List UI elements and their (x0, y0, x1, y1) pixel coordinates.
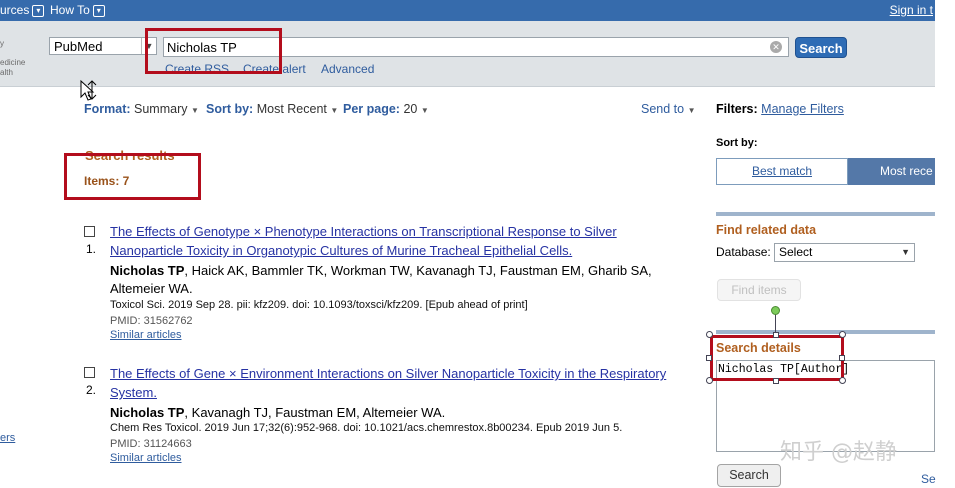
resize-handle[interactable] (706, 377, 713, 384)
section-divider (716, 330, 935, 334)
filters-label: Filters: (716, 102, 758, 116)
sort-most-recent-tab[interactable]: Most rece (848, 158, 935, 185)
top-nav-bar (0, 0, 935, 21)
similar-articles-link[interactable]: Similar articles (110, 329, 652, 341)
highlight-box-search-term (145, 28, 282, 74)
logo-text-2: edicine (0, 58, 26, 67)
result-title-link[interactable]: System. (110, 383, 666, 402)
result-title-link[interactable]: Nanoparticle Toxicity in Organotypic Cul… (110, 241, 652, 260)
resize-handle[interactable] (706, 355, 712, 361)
find-items-button[interactable]: Find items (717, 279, 801, 301)
author-highlight: Nicholas TP (110, 405, 185, 420)
sort-best-match-tab[interactable]: Best match (716, 158, 848, 185)
sort-label: Sort by: (206, 102, 254, 116)
highlight-box-items (64, 153, 201, 200)
caret-down-icon: ▼ (190, 106, 199, 115)
result-authors: Nicholas TP, Haick AK, Bammler TK, Workm… (110, 262, 652, 280)
resize-handle[interactable] (839, 377, 846, 384)
watermark: 知乎 @赵静 (780, 440, 897, 465)
result-pmid: PMID: 31124663 (110, 438, 192, 450)
chevron-down-icon: ▾ (32, 5, 45, 17)
authors-line: Altemeier WA. (110, 281, 193, 296)
result-number: 2. (86, 383, 97, 397)
send-to-menu[interactable]: Send to ▼ (641, 102, 696, 116)
highlight-box-search-details (710, 335, 844, 381)
resize-handle[interactable] (773, 378, 779, 384)
caret-down-icon: ▼ (420, 106, 429, 115)
result-title-link[interactable]: The Effects of Genotype × Phenotype Inte… (110, 222, 652, 241)
logo-text-3: alth (0, 68, 13, 77)
result-checkbox[interactable] (84, 226, 95, 237)
result-item: The Effects of Gene × Environment Intera… (110, 364, 666, 464)
search-button[interactable]: Search (795, 37, 847, 58)
per-page-menu[interactable]: Per page: 20 ▼ (343, 102, 429, 116)
related-database-value: Select (779, 245, 813, 259)
resources-label: urces (0, 3, 30, 17)
format-label: Format: (84, 102, 131, 116)
result-number: 1. (86, 242, 97, 256)
result-pmid: PMID: 31562762 (110, 315, 193, 327)
send-to-label: Send to (641, 102, 685, 116)
per-page-label: Per page: (343, 102, 400, 116)
result-authors: Nicholas TP, Kavanagh TJ, Faustman EM, A… (110, 404, 666, 422)
advanced-link[interactable]: Advanced (321, 62, 374, 76)
resize-handle[interactable] (773, 332, 779, 338)
manage-filters-link[interactable]: Manage Filters (761, 102, 844, 116)
left-edge-link[interactable]: ers (0, 432, 15, 444)
result-checkbox[interactable] (84, 367, 95, 378)
database-label: Database: (716, 245, 771, 259)
similar-articles-link[interactable]: Similar articles (110, 452, 666, 464)
result-citation: Toxicol Sci. 2019 Sep 28. pii: kfz209. d… (110, 299, 528, 311)
result-citation: Chem Res Toxicol. 2019 Jun 17;32(6):952-… (110, 422, 623, 434)
resize-handle[interactable] (839, 355, 845, 361)
chevron-down-icon: ▾ (92, 5, 105, 17)
howto-menu[interactable]: How To ▾ (50, 3, 105, 17)
resize-handle[interactable] (706, 331, 713, 338)
result-item: The Effects of Genotype × Phenotype Inte… (110, 222, 652, 341)
result-title-link[interactable]: The Effects of Gene × Environment Intera… (110, 364, 666, 383)
sort-menu[interactable]: Sort by: Most Recent ▼ (206, 102, 338, 116)
sidebar-sort-label: Sort by: (716, 137, 758, 149)
howto-label: How To (50, 3, 90, 17)
caret-down-icon: ▼ (330, 106, 339, 115)
search-details-search-button[interactable]: Search (717, 464, 781, 487)
format-value: Summary (134, 102, 188, 116)
find-related-data-title: Find related data (716, 223, 817, 237)
author-highlight: Nicholas TP (110, 263, 185, 278)
resize-handle[interactable] (839, 331, 846, 338)
see-more-link[interactable]: Se (921, 472, 936, 486)
database-select-value: PubMed (54, 39, 103, 54)
logo-text-1: y (0, 39, 4, 48)
caret-down-icon: ▼ (687, 106, 696, 115)
section-divider (716, 212, 935, 216)
resources-menu[interactable]: urces ▾ (0, 3, 45, 17)
filters: Filters: Manage Filters (716, 102, 844, 116)
rotate-handle-icon[interactable] (771, 306, 780, 315)
chevron-down-icon: ▼ (901, 247, 910, 257)
authors-line: , Kavanagh TJ, Faustman EM, Altemeier WA… (184, 405, 446, 420)
authors-line: , Haick AK, Bammler TK, Workman TW, Kava… (184, 263, 652, 278)
related-database-select[interactable]: Select ▼ (774, 243, 915, 262)
sort-value: Most Recent (256, 102, 327, 116)
clear-icon[interactable]: ✕ (770, 41, 782, 53)
per-page-value: 20 (403, 102, 418, 116)
sign-in-link[interactable]: Sign in t (890, 3, 933, 17)
database-select[interactable]: PubMed ▼ (49, 37, 157, 55)
format-menu[interactable]: Format: Summary ▼ (84, 102, 199, 116)
